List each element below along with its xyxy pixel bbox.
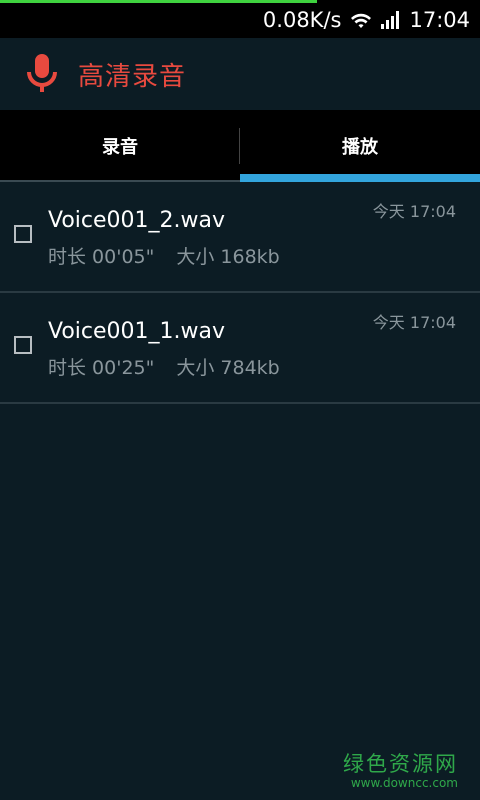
signal-icon	[381, 11, 401, 29]
tab-record[interactable]: 录音	[0, 110, 240, 182]
watermark: 绿色资源网 www.downcc.com	[343, 748, 458, 790]
tab-record-label: 录音	[102, 137, 138, 158]
watermark-text: 绿色资源网	[343, 752, 458, 776]
app-bar: 高清录音	[0, 38, 480, 111]
status-bar: 0.08K/s 17:04	[0, 0, 480, 38]
microphone-icon[interactable]	[24, 52, 60, 96]
file-meta: 时长 00'25" 大小 784kb	[48, 353, 280, 380]
network-speed: 0.08K/s	[262, 8, 342, 32]
tab-bar: 录音 播放	[0, 110, 480, 182]
list-item[interactable]: Voice001_1.wav 时长 00'25" 大小 784kb 今天 17:…	[0, 293, 480, 404]
recordings-list: Voice001_2.wav 时长 00'05" 大小 168kb 今天 17:…	[0, 182, 480, 404]
watermark-url: www.downcc.com	[350, 776, 458, 790]
duration: 时长 00'25"	[48, 357, 155, 379]
list-item[interactable]: Voice001_2.wav 时长 00'05" 大小 168kb 今天 17:…	[0, 182, 480, 293]
clock: 17:04	[409, 8, 470, 32]
tab-playback[interactable]: 播放	[240, 110, 480, 182]
download-progress-bar	[0, 0, 317, 3]
file-size: 大小 168kb	[176, 246, 280, 268]
file-name: Voice001_1.wav	[48, 319, 226, 344]
duration: 时长 00'05"	[48, 246, 155, 268]
app-title: 高清录音	[78, 61, 187, 92]
tab-selected-indicator	[240, 174, 480, 182]
select-checkbox[interactable]	[14, 225, 32, 243]
file-meta: 时长 00'05" 大小 168kb	[48, 242, 280, 269]
file-name: Voice001_2.wav	[48, 208, 226, 233]
wifi-icon	[349, 10, 373, 30]
recorded-time: 今天 17:04	[372, 202, 456, 221]
status-indicators: 0.08K/s 17:04	[263, 6, 470, 34]
tab-playback-label: 播放	[342, 137, 378, 158]
file-size: 大小 784kb	[176, 357, 280, 379]
select-checkbox[interactable]	[14, 336, 32, 354]
recorded-time: 今天 17:04	[372, 313, 456, 332]
